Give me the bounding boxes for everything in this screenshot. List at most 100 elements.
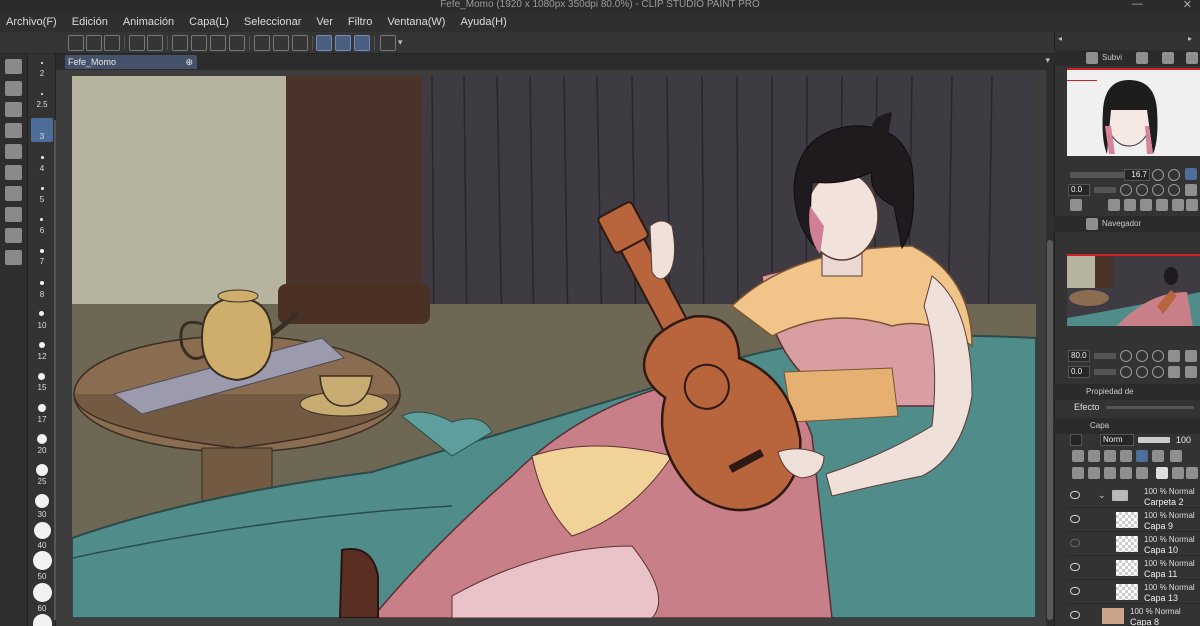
navigator-zoom-value[interactable]: 80.0 — [1068, 350, 1090, 362]
navigator-rotation-slider[interactable] — [1094, 369, 1116, 375]
tab-subview[interactable]: Subvi — [1102, 53, 1122, 62]
fit-icon[interactable] — [1185, 350, 1197, 362]
menu-edicion[interactable]: Edición — [72, 16, 108, 28]
pen-icon[interactable] — [5, 102, 22, 117]
brush-size-item[interactable]: 30 — [28, 510, 56, 519]
chevron-down-icon[interactable]: ▾ — [398, 37, 403, 48]
brush-size-item[interactable]: 2 — [28, 69, 56, 78]
lock-icon[interactable] — [1120, 450, 1132, 462]
open-folder-icon[interactable] — [86, 35, 102, 51]
flip-vertical-icon[interactable] — [1185, 184, 1197, 196]
apply-mask-icon[interactable] — [1172, 467, 1184, 479]
text-icon[interactable] — [5, 165, 22, 180]
layer-row[interactable]: 100 % Normal Capa 8 — [1066, 604, 1200, 626]
brush-size-item[interactable]: 15 — [28, 383, 56, 392]
canvas-menu-icon[interactable]: ▾ — [1045, 55, 1050, 66]
eyedropper-icon[interactable] — [1070, 199, 1082, 211]
transfer-down-icon[interactable] — [1120, 467, 1132, 479]
draft-layer-icon[interactable] — [1104, 450, 1116, 462]
grid-icon[interactable] — [1140, 199, 1152, 211]
snap-special-ruler-icon[interactable] — [335, 35, 351, 51]
folder-expand-icon[interactable]: ⌄ — [1098, 490, 1106, 501]
layer-opacity-value[interactable]: 100 — [1176, 435, 1191, 445]
redo-icon[interactable] — [147, 35, 163, 51]
search-icon[interactable] — [1136, 52, 1148, 64]
brush-size-item[interactable]: 5 — [28, 195, 56, 204]
fill-bucket-icon[interactable] — [5, 81, 22, 96]
navigator-zoom-slider[interactable] — [1094, 353, 1116, 359]
layer-mask-icon[interactable] — [1152, 450, 1164, 462]
fill-icon[interactable] — [210, 35, 226, 51]
transform-icon[interactable] — [229, 35, 245, 51]
layer-row[interactable]: 100 % Normal Capa 13 — [1066, 580, 1200, 604]
lock-transparency-icon[interactable] — [1136, 450, 1148, 462]
import-folder-icon[interactable] — [1156, 199, 1168, 211]
tab-fefe-momo[interactable]: Fefe_Momo ⊕ — [65, 55, 197, 69]
navigator-rotation-value[interactable]: 0.0 — [1068, 366, 1090, 378]
operation-icon[interactable] — [5, 186, 22, 201]
new-file-icon[interactable] — [68, 35, 84, 51]
navigator-flip-icon[interactable] — [1168, 366, 1180, 378]
layer-row[interactable]: 100 % Normal Capa 10 — [1066, 532, 1200, 556]
tab-close-icon[interactable]: ⊕ — [185, 55, 193, 69]
brush-size-item[interactable]: 12 — [28, 352, 56, 361]
deselect-icon[interactable] — [254, 35, 270, 51]
color-wheel-icon[interactable] — [1186, 52, 1198, 64]
subview-rotation-value[interactable]: 0.0 — [1068, 184, 1090, 196]
brush-size-item[interactable]: 60 — [28, 604, 56, 613]
layer-row[interactable]: 100 % Normal Capa 11 — [1066, 556, 1200, 580]
rotate-left-icon[interactable] — [1120, 184, 1132, 196]
new-vector-layer-icon[interactable] — [1088, 467, 1100, 479]
brush-size-item[interactable]: 2.5 — [28, 100, 56, 109]
snap-grid-icon[interactable] — [354, 35, 370, 51]
subview-image[interactable] — [1067, 68, 1200, 156]
minimize-button[interactable]: — — [1132, 0, 1143, 11]
invert-selection-icon[interactable] — [273, 35, 289, 51]
blend-icon[interactable] — [5, 207, 22, 222]
menu-capa[interactable]: Capa(L) — [189, 16, 229, 28]
menu-ventana[interactable]: Ventana(W) — [387, 16, 445, 28]
subview-rotation-slider[interactable] — [1094, 187, 1116, 193]
ruler-icon[interactable] — [1170, 450, 1182, 462]
prev-image-icon[interactable] — [1108, 199, 1120, 211]
undo-icon[interactable] — [129, 35, 145, 51]
clear-image-icon[interactable] — [1172, 199, 1184, 211]
navigator-rotate-right-icon[interactable] — [1136, 366, 1148, 378]
eye-icon[interactable] — [1070, 515, 1080, 523]
brush-size-item[interactable]: 7 — [28, 257, 56, 266]
canvas-vertical-scrollbar[interactable] — [1046, 70, 1054, 626]
navigator-reset-icon[interactable] — [1152, 366, 1164, 378]
color-swatch-icon[interactable] — [5, 250, 22, 265]
reference-layer-icon[interactable] — [1088, 450, 1100, 462]
scroll-thumb[interactable] — [1047, 240, 1053, 620]
menu-ayuda[interactable]: Ayuda(H) — [460, 16, 506, 28]
save-icon[interactable] — [104, 35, 120, 51]
brush-size-item[interactable]: 50 — [28, 572, 56, 581]
gradient-icon[interactable] — [5, 228, 22, 243]
clear-icon[interactable] — [191, 35, 207, 51]
zoom-in-icon[interactable] — [1168, 169, 1180, 181]
layer-opacity-slider[interactable] — [1138, 437, 1170, 443]
brush-size-item[interactable]: 3 — [28, 132, 56, 141]
brush-size-item[interactable]: 40 — [28, 541, 56, 550]
layer-clip-icon[interactable] — [1072, 450, 1084, 462]
frame-icon[interactable] — [5, 123, 22, 138]
subview-zoom-value[interactable]: 16.7 — [1124, 169, 1150, 181]
layer-row[interactable]: ⌄ 100 % Normal Carpeta 2 — [1066, 484, 1200, 508]
brush-size-item[interactable]: 17 — [28, 415, 56, 424]
panel-collapse-icon[interactable]: ◂ — [1058, 34, 1062, 43]
flip-icon[interactable] — [1168, 184, 1180, 196]
create-mask-icon[interactable] — [1156, 467, 1168, 479]
blend-mode-select[interactable]: Norm — [1100, 434, 1134, 446]
blend-color-icon[interactable] — [1070, 434, 1082, 446]
brush-size-item[interactable]: 8 — [28, 290, 56, 299]
brush-size-item[interactable]: 20 — [28, 446, 56, 455]
new-raster-layer-icon[interactable] — [1072, 467, 1084, 479]
delete-layer-icon[interactable] — [1186, 467, 1198, 479]
eraser-icon[interactable] — [5, 59, 22, 74]
menu-archivo[interactable]: Archivo(F) — [6, 16, 57, 28]
brush-size-item[interactable]: 25 — [28, 477, 56, 486]
navigator-tab-icon[interactable] — [1086, 218, 1098, 230]
tab-navigator[interactable]: Navegador — [1102, 219, 1141, 228]
navigator-flip-vertical-icon[interactable] — [1185, 366, 1197, 378]
